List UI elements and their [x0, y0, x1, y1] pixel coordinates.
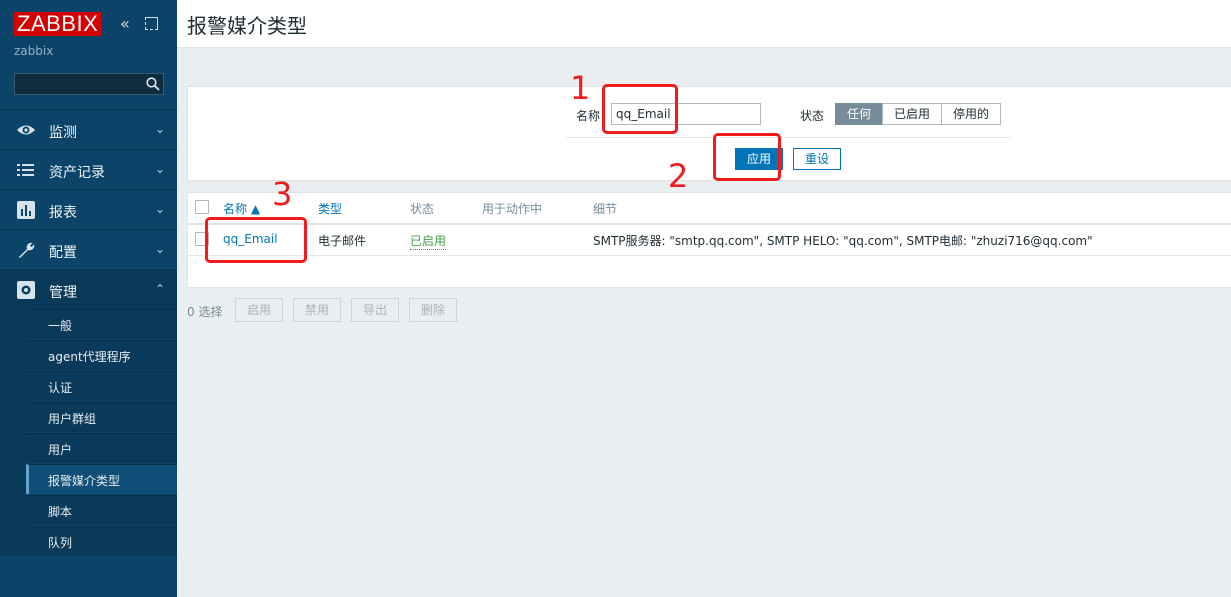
- submenu-label: agent代理程序: [48, 350, 131, 364]
- submenu-label: 一般: [48, 319, 73, 333]
- column-header-used-in-actions: 用于动作中: [482, 202, 543, 216]
- submenu-scripts[interactable]: 脚本: [26, 495, 177, 525]
- row-divider: [188, 255, 1231, 256]
- enable-button[interactable]: 启用: [235, 298, 283, 322]
- nav-label: 管理: [49, 285, 77, 301]
- submenu-authentication[interactable]: 认证: [26, 371, 177, 401]
- submenu-label: 用户: [48, 443, 73, 457]
- nav-administration[interactable]: 管理 ⌃: [0, 269, 177, 309]
- select-all-checkbox[interactable]: [195, 200, 209, 214]
- selected-count: 0 选择: [187, 305, 223, 319]
- page-header: 报警媒介类型: [177, 0, 1231, 48]
- column-header-details: 细节: [593, 202, 618, 216]
- submenu-general[interactable]: 一般: [26, 309, 177, 339]
- submenu-users[interactable]: 用户: [26, 433, 177, 463]
- submenu-proxies[interactable]: agent代理程序: [26, 340, 177, 370]
- sidebar: ZABBIX « zabbix 监测 ⌄ 资产记录 ⌄ 报表 ⌄ 配置 ⌄ 管理…: [0, 0, 177, 597]
- nav-label: 资产记录: [49, 165, 105, 181]
- sidebar-search-input[interactable]: [14, 73, 164, 95]
- annotation-number-3: 3: [272, 175, 293, 213]
- media-type-type: 电子邮件: [318, 234, 367, 248]
- chevron-down-icon: ⌄: [155, 122, 166, 136]
- eye-icon: [17, 125, 35, 135]
- filter-panel: 名称 状态 任何 已启用 停用的 应用 重设: [187, 86, 1231, 181]
- nav-reports[interactable]: 报表 ⌄: [0, 189, 177, 229]
- submenu-label: 报警媒介类型: [48, 474, 121, 488]
- submenu-media-types[interactable]: 报警媒介类型: [26, 464, 177, 494]
- gear-icon: [17, 281, 35, 299]
- submenu-label: 用户群组: [48, 412, 97, 426]
- server-name: zabbix: [14, 44, 54, 58]
- submenu-label: 认证: [48, 381, 73, 395]
- filter-divider: [566, 137, 1011, 138]
- header-divider: [188, 223, 1231, 225]
- nav-inventory[interactable]: 资产记录 ⌄: [0, 149, 177, 189]
- chevron-down-icon: ⌄: [155, 242, 166, 256]
- reset-button[interactable]: 重设: [793, 148, 841, 170]
- page-title: 报警媒介类型: [187, 14, 307, 38]
- chevron-up-icon: ⌃: [155, 282, 166, 296]
- chevron-down-icon: ⌄: [155, 162, 166, 176]
- status-disabled-option[interactable]: 停用的: [941, 103, 1001, 125]
- kiosk-mode-icon[interactable]: [145, 17, 158, 30]
- column-header-status: 状态: [410, 202, 435, 216]
- submenu-label: 队列: [48, 536, 73, 550]
- submenu-user-groups[interactable]: 用户群组: [26, 402, 177, 432]
- collapse-sidebar-icon[interactable]: «: [120, 14, 130, 34]
- annotation-box-3: [205, 217, 307, 263]
- annotation-number-2: 2: [668, 157, 689, 195]
- media-type-details: SMTP服务器: "smtp.qq.com", SMTP HELO: "qq.c…: [593, 234, 1093, 248]
- column-header-type[interactable]: 类型: [318, 200, 342, 217]
- nav-label: 监测: [49, 125, 77, 141]
- status-any-option[interactable]: 任何: [835, 103, 883, 125]
- annotation-number-1: 1: [570, 69, 591, 107]
- status-enabled-option[interactable]: 已启用: [882, 103, 942, 125]
- nav-monitoring[interactable]: 监测 ⌄: [0, 109, 177, 149]
- annotation-box-1: [602, 84, 678, 134]
- delete-button[interactable]: 删除: [409, 298, 457, 322]
- nav-configuration[interactable]: 配置 ⌄: [0, 229, 177, 269]
- name-filter-label: 名称: [576, 109, 601, 123]
- status-filter-label: 状态: [800, 109, 825, 123]
- search-icon[interactable]: [146, 77, 160, 91]
- export-button[interactable]: 导出: [351, 298, 399, 322]
- report-icon: [17, 201, 35, 219]
- nav-label: 报表: [49, 205, 77, 221]
- wrench-icon: [19, 242, 35, 258]
- submenu-queue[interactable]: 队列: [26, 526, 177, 556]
- annotation-box-2: [713, 133, 781, 181]
- chevron-down-icon: ⌄: [155, 202, 166, 216]
- zabbix-logo[interactable]: ZABBIX: [14, 12, 102, 36]
- submenu-rail: [0, 309, 26, 556]
- media-types-table: 名称 ▲ 类型 状态 用于动作中 细节 qq_Email 电子邮件 已启用 SM…: [187, 192, 1231, 288]
- nav-label: 配置: [49, 245, 77, 261]
- submenu-label: 脚本: [48, 505, 73, 519]
- list-icon: [17, 164, 34, 176]
- column-header-name[interactable]: 名称 ▲: [223, 200, 260, 217]
- media-type-status[interactable]: 已启用: [410, 232, 447, 250]
- disable-button[interactable]: 禁用: [293, 298, 341, 322]
